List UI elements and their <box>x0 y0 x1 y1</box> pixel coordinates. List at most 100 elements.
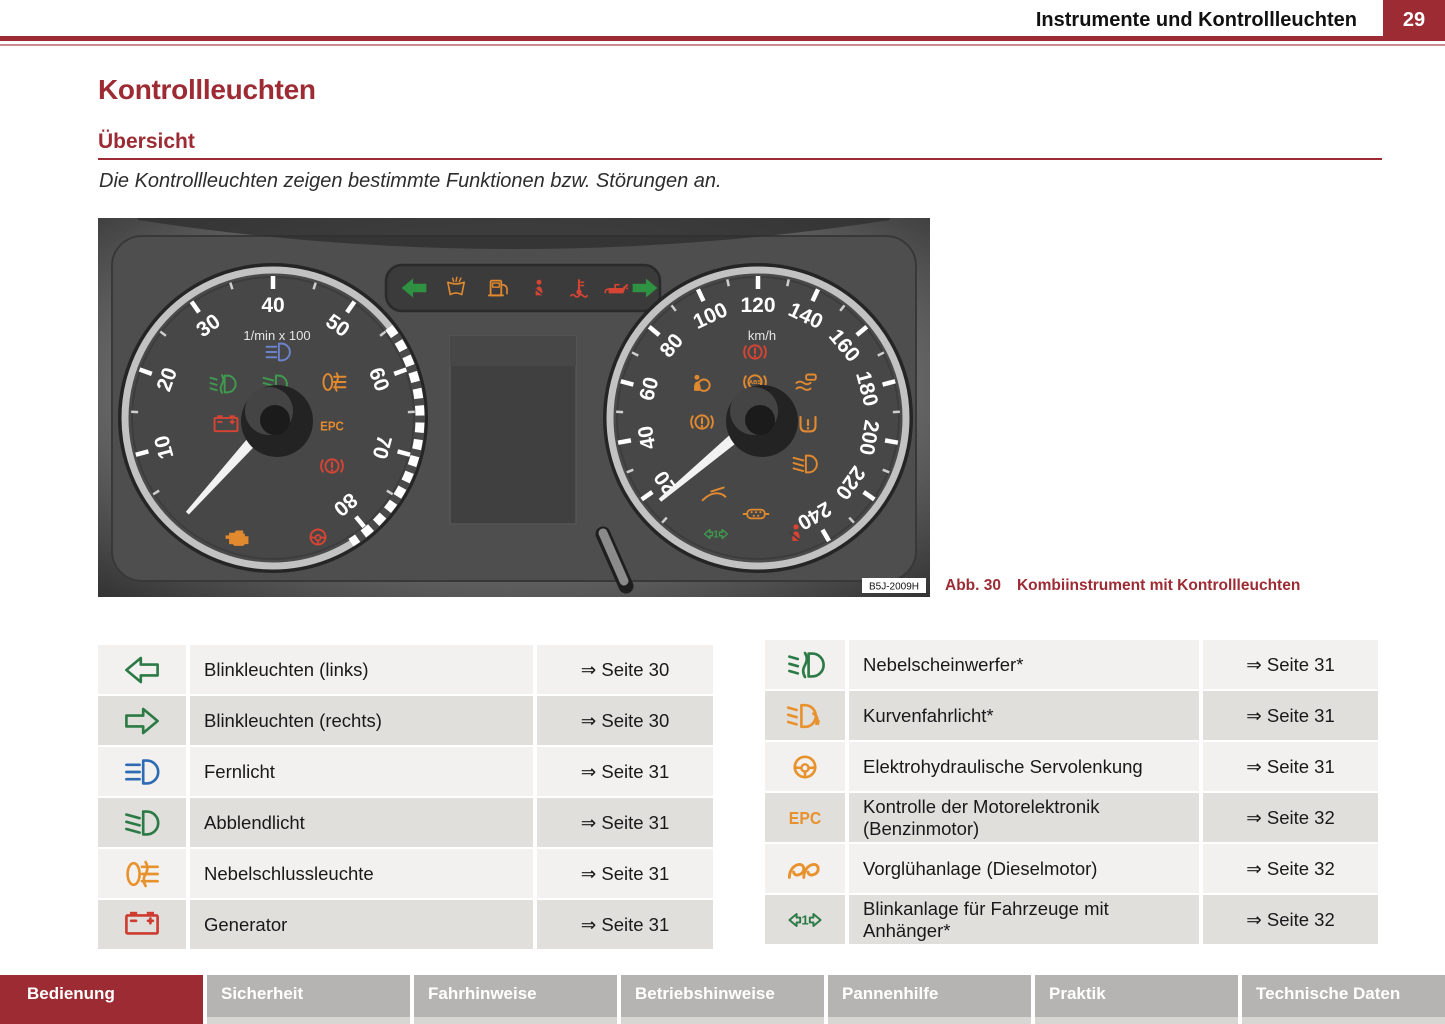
indicator-label: Nebelschlussleuchte <box>190 849 533 898</box>
turn-left-icon-cell <box>98 645 186 694</box>
low-beam-icon-cell <box>98 798 186 847</box>
indicator-label: Generator <box>190 900 533 949</box>
table-row: Blinkleuchten (links)⇒ Seite 30 <box>98 645 713 694</box>
table-row: Fernlicht⇒ Seite 31 <box>98 747 713 796</box>
front-fog-icon-cell <box>765 640 845 689</box>
low-beam-icon <box>126 811 158 834</box>
photo-code: B5J-2009H <box>869 582 919 593</box>
svg-text:EPC: EPC <box>789 808 822 828</box>
footer-tab-label: Technische Daten <box>1242 975 1445 1004</box>
indicator-label: Kontrolle der Motorelektronik (Benzinmot… <box>849 793 1199 842</box>
footer-tab-technische-daten[interactable]: Technische Daten <box>1242 975 1445 1024</box>
indicator-label: Vorglühanlage (Dieselmotor) <box>849 844 1199 893</box>
chapter-title: Instrumente und Kontrollleuchten <box>1036 0 1357 40</box>
table-row: EPC Kontrolle der Motorelektronik (Benzin… <box>765 793 1378 842</box>
indicator-label: Nebelscheinwerfer* <box>849 640 1199 689</box>
rear-fog-icon-cell <box>98 849 186 898</box>
footer-tab-label: Pannenhilfe <box>828 975 1031 1004</box>
glow-plug-icon <box>789 864 818 877</box>
footer-tab-pannenhilfe[interactable]: Pannenhilfe <box>828 975 1031 1024</box>
footer-tab-label: Fahrhinweise <box>414 975 617 1004</box>
page-reference[interactable]: ⇒ Seite 31 <box>1203 640 1378 689</box>
footer-tab-betriebshinweise[interactable]: Betriebshinweise <box>621 975 824 1024</box>
footer-tab-fahrhinweise[interactable]: Fahrhinweise <box>414 975 617 1024</box>
page-reference[interactable]: ⇒ Seite 31 <box>537 849 713 898</box>
turn-right-icon-cell <box>98 696 186 745</box>
table-row: 1 Blinkanlage für Fahrzeuge mit Anhänger*… <box>765 895 1378 944</box>
footer-tab-label: Praktik <box>1035 975 1238 1004</box>
turn-left-icon <box>126 658 157 682</box>
svg-text:km/h: km/h <box>748 328 776 343</box>
rear-fog-icon <box>128 862 158 886</box>
indicator-label: Fernlicht <box>190 747 533 796</box>
table-row: Blinkleuchten (rechts)⇒ Seite 30 <box>98 696 713 745</box>
footer-tab-label: Betriebshinweise <box>621 975 824 1004</box>
table-row: Nebelschlussleuchte⇒ Seite 31 <box>98 849 713 898</box>
table-row: Abblendlicht⇒ Seite 31 <box>98 798 713 847</box>
header-rule-thick <box>0 36 1445 41</box>
footer-tab-bedienung[interactable]: Bedienung <box>0 975 203 1024</box>
battery-icon-cell <box>98 900 186 949</box>
high-beam-icon <box>126 760 158 783</box>
svg-text:40: 40 <box>634 424 661 451</box>
glow-plug-icon-cell <box>765 844 845 893</box>
figure-caption-text: Kombiinstrument mit Kontrollleuchten <box>1017 577 1300 594</box>
figure-caption-label: Abb. 30 <box>945 577 1001 594</box>
svg-text:1: 1 <box>801 912 808 927</box>
footer-tab-label: Sicherheit <box>207 975 410 1004</box>
epc-icon: EPC <box>789 808 822 828</box>
page-title: Kontrollleuchten <box>98 74 316 106</box>
high-beam-icon-cell <box>98 747 186 796</box>
table-row: Generator⇒ Seite 31 <box>98 900 713 949</box>
page-reference[interactable]: ⇒ Seite 32 <box>1203 895 1378 944</box>
footer-tab-sicherheit[interactable]: Sicherheit <box>207 975 410 1024</box>
svg-text:EPC: EPC <box>320 418 344 433</box>
battery-icon <box>126 911 157 933</box>
svg-text:40: 40 <box>261 294 284 317</box>
cornering-light-icon <box>788 705 820 727</box>
page-reference[interactable]: ⇒ Seite 31 <box>1203 742 1378 791</box>
svg-text:120: 120 <box>740 294 775 317</box>
page-reference[interactable]: ⇒ Seite 31 <box>1203 691 1378 740</box>
epc-icon-cell: EPC <box>765 793 845 842</box>
page-reference[interactable]: ⇒ Seite 31 <box>537 900 713 949</box>
indicator-label: Elektrohydraulische Servolenkung <box>849 742 1199 791</box>
indicator-label: Abblendlicht <box>190 798 533 847</box>
page-reference[interactable]: ⇒ Seite 32 <box>1203 793 1378 842</box>
page-reference[interactable]: ⇒ Seite 30 <box>537 696 713 745</box>
figure-caption: Abb. 30 Kombiinstrument mit Kontrollleuch… <box>945 577 1300 595</box>
manual-page: Instrumente und Kontrollleuchten 29 Kont… <box>0 0 1445 1024</box>
trailer-blinker-icon-cell: 1 <box>765 895 845 944</box>
svg-text:1/min x 100: 1/min x 100 <box>243 328 310 343</box>
table-row: Kurvenfahrlicht*⇒ Seite 31 <box>765 691 1378 740</box>
indicator-label: Blinkleuchten (links) <box>190 645 533 694</box>
trailer-blinker-icon: 1 <box>789 912 820 927</box>
table-row: Vorglühanlage (Dieselmotor)⇒ Seite 32 <box>765 844 1378 893</box>
instrument-cluster-image: 10203040506070801/min x 100EPC2040608010… <box>98 218 930 597</box>
steering-icon <box>795 756 815 776</box>
indicator-table-left: Blinkleuchten (links)⇒ Seite 30Blinkleuc… <box>98 645 713 951</box>
steering-icon-cell <box>765 742 845 791</box>
instrument-cluster-figure: 10203040506070801/min x 100EPC2040608010… <box>98 218 930 597</box>
cornering-light-icon-cell <box>765 691 845 740</box>
section-title: Übersicht <box>98 130 195 154</box>
epc-icon: EPC <box>320 418 344 433</box>
front-fog-icon <box>789 653 823 677</box>
footer-tab-label: Bedienung <box>0 975 203 1004</box>
indicator-table-right: Nebelscheinwerfer*⇒ Seite 31Kurvenfahrli… <box>765 640 1378 946</box>
header-rule-thin <box>0 44 1445 46</box>
table-row: Elektrohydraulische Servolenkung⇒ Seite … <box>765 742 1378 791</box>
page-reference[interactable]: ⇒ Seite 32 <box>1203 844 1378 893</box>
table-row: Nebelscheinwerfer*⇒ Seite 31 <box>765 640 1378 689</box>
svg-text:1: 1 <box>713 529 719 540</box>
indicator-label: Blinkleuchten (rechts) <box>190 696 533 745</box>
page-reference[interactable]: ⇒ Seite 31 <box>537 798 713 847</box>
page-reference[interactable]: ⇒ Seite 31 <box>537 747 713 796</box>
section-rule <box>98 158 1382 160</box>
page-number-badge: 29 <box>1383 0 1445 41</box>
indicator-label: Kurvenfahrlicht* <box>849 691 1199 740</box>
footer-tab-praktik[interactable]: Praktik <box>1035 975 1238 1024</box>
footer-tab-bar: BedienungSicherheitFahrhinweiseBetriebsh… <box>0 975 1445 1024</box>
indicator-label: Blinkanlage für Fahrzeuge mit Anhänger* <box>849 895 1199 944</box>
page-reference[interactable]: ⇒ Seite 30 <box>537 645 713 694</box>
